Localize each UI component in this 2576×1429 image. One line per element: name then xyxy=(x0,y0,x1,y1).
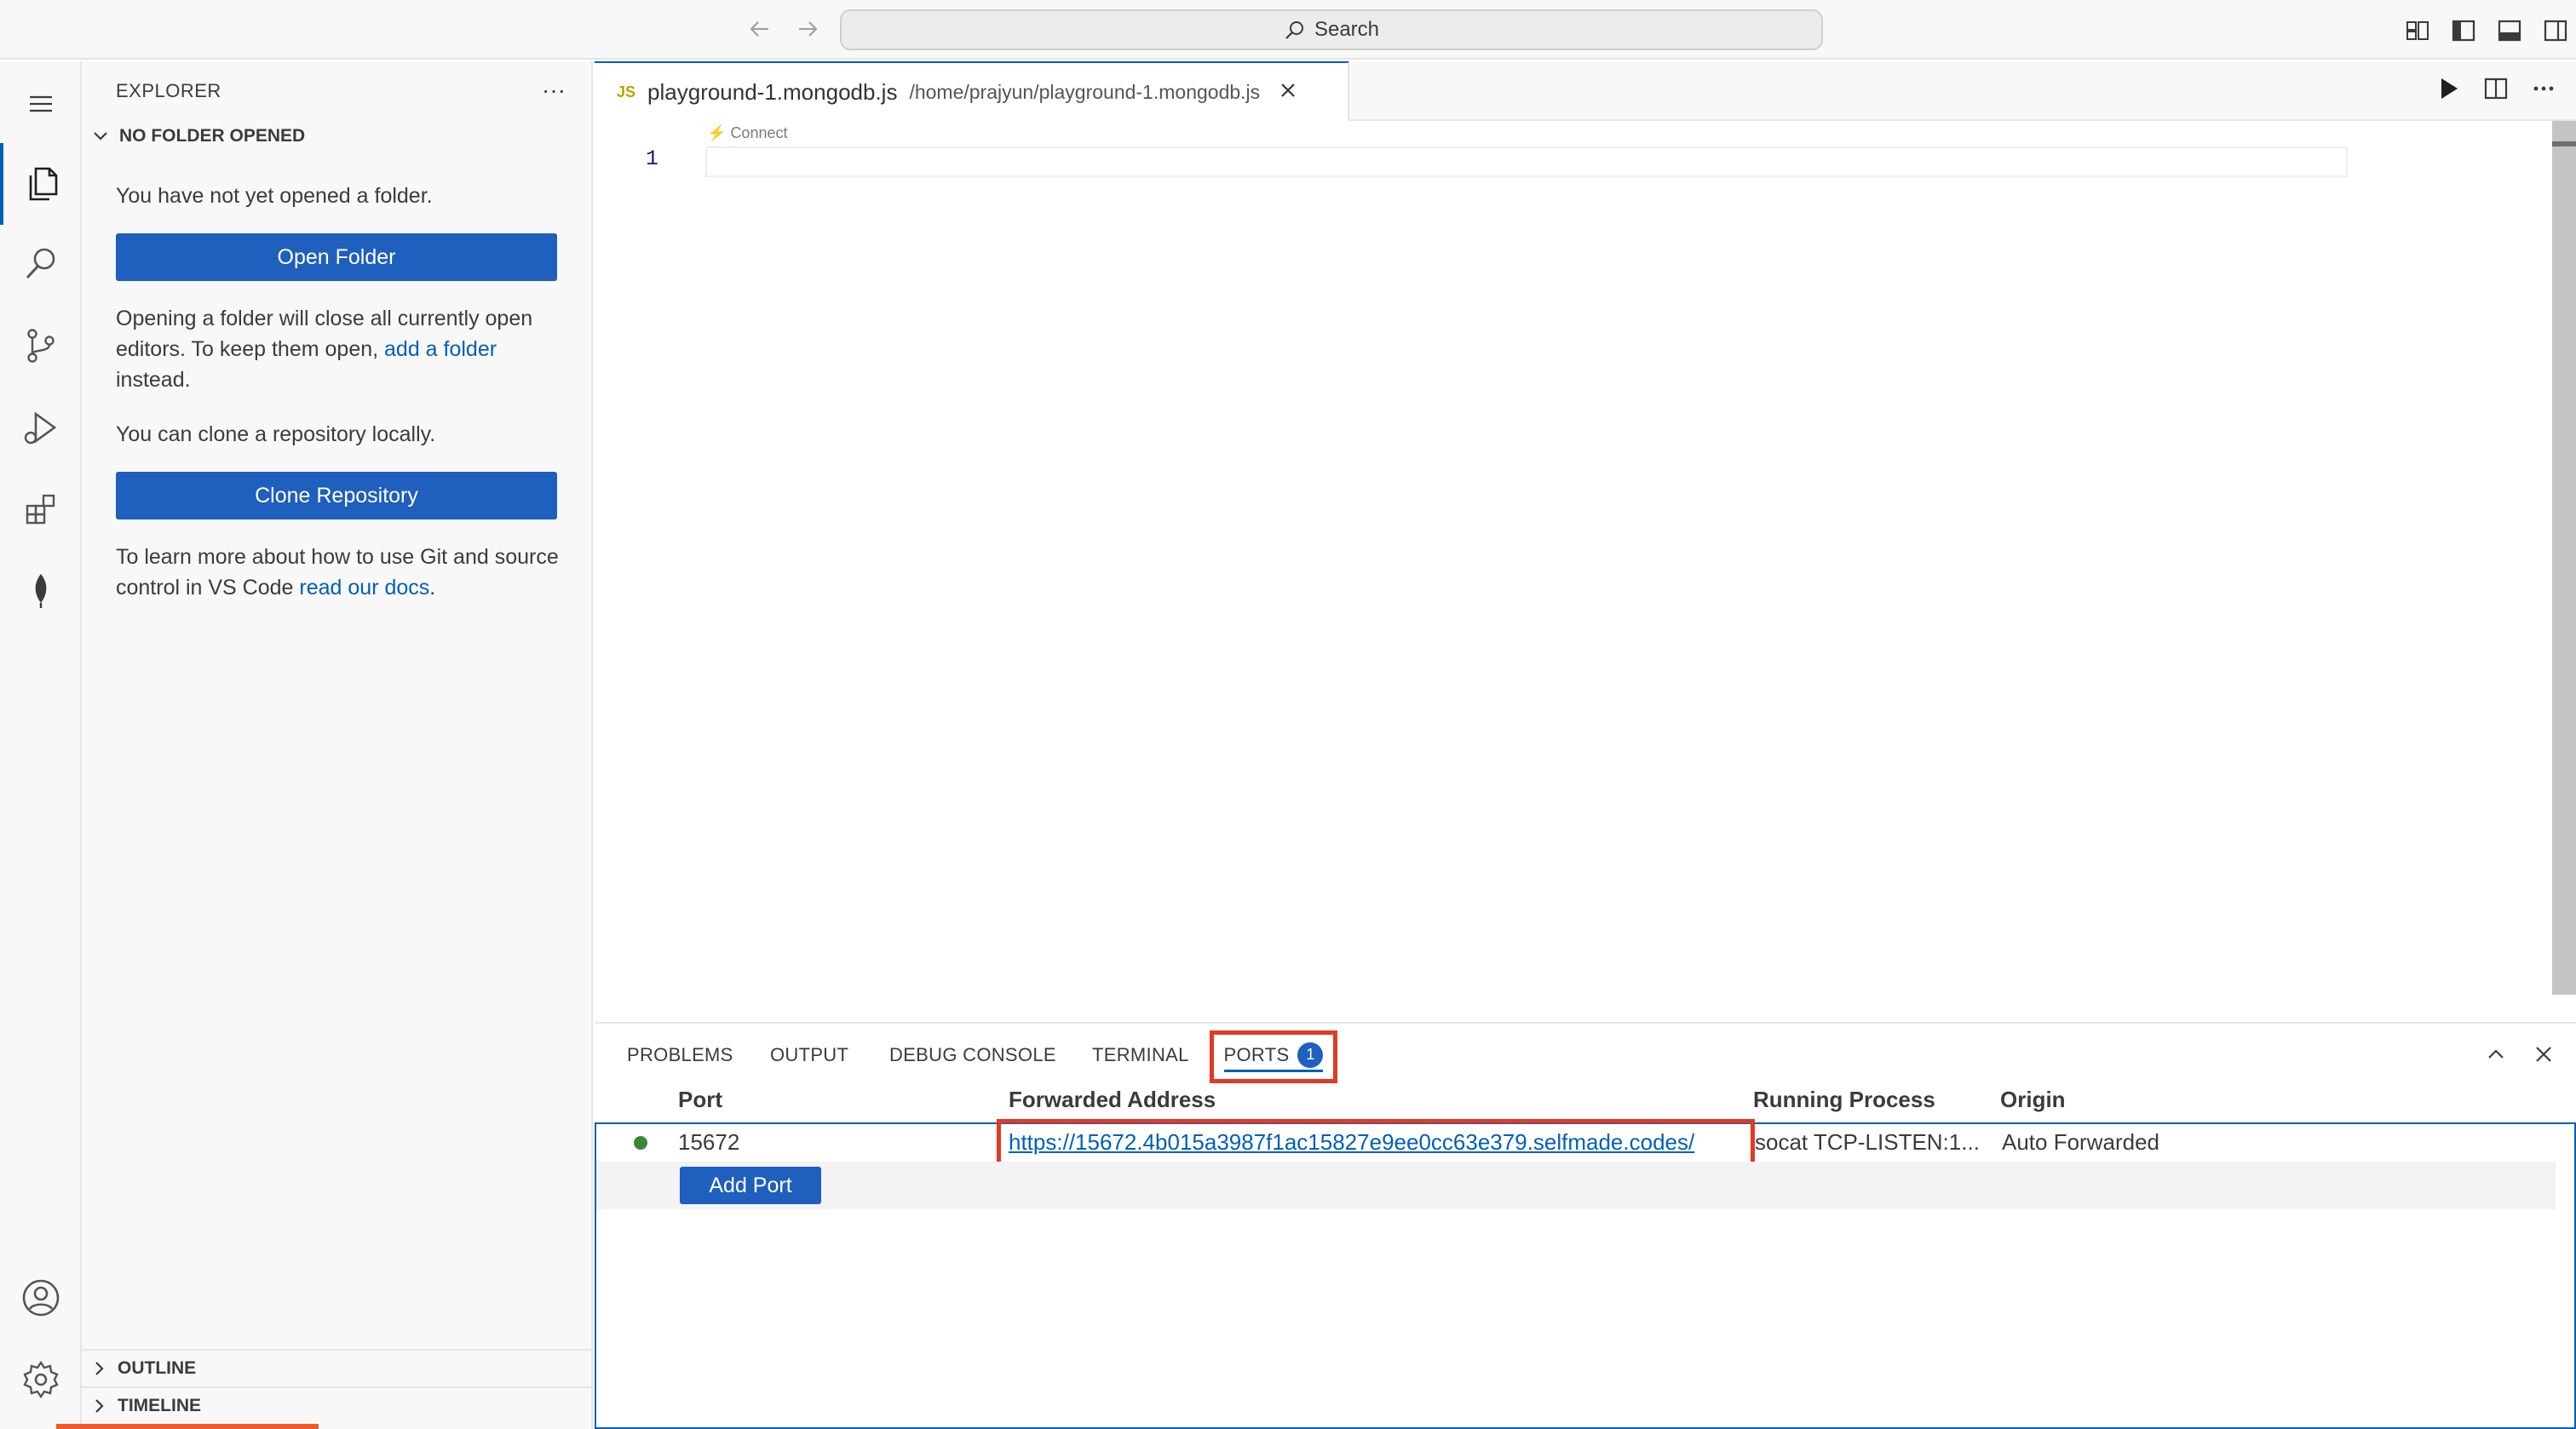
explorer-icon[interactable] xyxy=(0,143,82,225)
editor-actions xyxy=(2431,72,2561,106)
code-editor[interactable]: ⚡ Connect 1 xyxy=(595,121,2576,1022)
ports-tab-label: PORTS xyxy=(1223,1043,1290,1065)
timeline-section-header[interactable]: TIMELINE xyxy=(82,1386,593,1424)
read-docs-link[interactable]: read our docs xyxy=(299,576,429,600)
close-editors-text: Opening a folder will close all currentl… xyxy=(116,303,567,395)
toggle-panel-icon[interactable] xyxy=(2493,14,2527,48)
column-forwarded-address[interactable]: Forwarded Address xyxy=(1009,1087,1216,1113)
search-icon xyxy=(1285,21,1303,39)
open-folder-button[interactable]: Open Folder xyxy=(116,233,557,281)
running-process-value: socat TCP-LISTEN:1... xyxy=(1755,1129,1980,1155)
mongodb-leaf-icon[interactable] xyxy=(0,550,82,632)
outline-title: OUTLINE xyxy=(118,1358,197,1378)
overview-ruler-cursor xyxy=(2552,141,2576,146)
activity-bar xyxy=(0,61,82,1429)
tab-playground[interactable]: JS playground-1.mongodb.js /home/prajyun… xyxy=(595,61,1349,121)
port-value: 15672 xyxy=(678,1129,740,1155)
section-title: NO FOLDER OPENED xyxy=(119,126,306,146)
codelens-label: Connect xyxy=(730,124,788,141)
tab-debug-console[interactable]: DEBUG CONSOLE xyxy=(889,1044,1056,1066)
forward-arrow-icon[interactable] xyxy=(791,12,825,46)
outline-section-header[interactable]: OUTLINE xyxy=(82,1349,593,1386)
close-icon[interactable] xyxy=(1279,78,1297,106)
customize-layout-icon[interactable] xyxy=(2401,14,2435,48)
no-folder-section-header[interactable]: NO FOLDER OPENED xyxy=(90,126,305,146)
origin-value: Auto Forwarded xyxy=(2002,1129,2159,1155)
ports-tab-content: PORTS 1 xyxy=(1223,1042,1324,1072)
add-port-button[interactable]: Add Port xyxy=(680,1167,821,1204)
vscode-window: Search EXPLORER ··· NO FOLDER OPENED You… xyxy=(0,0,2576,1429)
chevron-right-icon xyxy=(95,1399,104,1413)
editor-scrollbar[interactable] xyxy=(2552,121,2576,995)
timeline-title: TIMELINE xyxy=(118,1396,201,1415)
tab-ports[interactable]: PORTS 1 xyxy=(1210,1030,1337,1083)
layout-controls xyxy=(2401,14,2573,48)
table-row[interactable]: 15672 https://15672.4b015a3987f1ac15827e… xyxy=(596,1119,2574,1167)
panel-actions xyxy=(2479,1037,2561,1071)
toggle-secondary-sidebar-icon[interactable] xyxy=(2539,14,2573,48)
extensions-icon[interactable] xyxy=(0,468,82,550)
maximize-panel-icon[interactable] xyxy=(2479,1037,2513,1071)
explorer-sidebar: EXPLORER ··· NO FOLDER OPENED You have n… xyxy=(82,61,593,1429)
add-folder-link[interactable]: add a folder xyxy=(384,337,497,361)
editor-tab-bar: JS playground-1.mongodb.js /home/prajyun… xyxy=(595,61,2576,121)
chevron-right-icon xyxy=(95,1362,104,1375)
more-actions-icon[interactable]: ··· xyxy=(537,73,571,107)
run-debug-icon[interactable] xyxy=(0,387,82,468)
bottom-panel: PROBLEMS OUTPUT DEBUG CONSOLE TERMINAL P… xyxy=(595,1022,2576,1429)
more-actions-icon[interactable] xyxy=(2527,72,2561,106)
menu-icon[interactable] xyxy=(0,70,82,138)
close-editors-text-end: instead. xyxy=(116,368,191,392)
tab-output[interactable]: OUTPUT xyxy=(770,1044,848,1066)
tab-problems[interactable]: PROBLEMS xyxy=(627,1044,733,1066)
close-panel-icon[interactable] xyxy=(2527,1037,2561,1071)
clone-text: You can clone a repository locally. xyxy=(116,422,436,446)
back-arrow-icon[interactable] xyxy=(743,12,777,46)
clone-repository-button[interactable]: Clone Repository xyxy=(116,472,557,519)
ports-table: 15672 https://15672.4b015a3987f1ac15827e… xyxy=(595,1119,2576,1429)
tab-terminal[interactable]: TERMINAL xyxy=(1092,1044,1189,1066)
toggle-primary-sidebar-icon[interactable] xyxy=(2447,14,2481,48)
git-text-end: . xyxy=(429,576,436,600)
chevron-down-icon xyxy=(94,132,107,141)
progress-indicator xyxy=(56,1424,319,1429)
tab-filepath: /home/prajyun/playground-1.mongodb.js xyxy=(909,80,1261,103)
ports-count-badge: 1 xyxy=(1297,1042,1324,1068)
column-port[interactable]: Port xyxy=(678,1087,722,1113)
forwarded-address-link[interactable]: https://15672.4b015a3987f1ac15827e9ee0cc… xyxy=(1009,1129,1694,1156)
search-label: Search xyxy=(1314,18,1380,41)
codelens-connect[interactable]: ⚡ Connect xyxy=(707,124,787,142)
javascript-file-icon: JS xyxy=(617,83,636,100)
line-number: 1 xyxy=(646,146,659,171)
search-icon[interactable] xyxy=(0,223,82,305)
column-running-process[interactable]: Running Process xyxy=(1753,1087,1935,1113)
run-play-icon[interactable] xyxy=(2431,72,2465,106)
split-editor-icon[interactable] xyxy=(2479,72,2513,106)
sidebar-title: EXPLORER xyxy=(116,80,221,101)
source-control-icon[interactable] xyxy=(0,305,82,387)
tab-filename: playground-1.mongodb.js xyxy=(647,78,898,105)
port-status-dot xyxy=(634,1136,647,1150)
add-port-row: Add Port xyxy=(596,1162,2556,1209)
column-origin[interactable]: Origin xyxy=(2000,1087,2066,1113)
title-bar: Search xyxy=(0,0,2576,60)
command-center-search[interactable]: Search xyxy=(840,9,1823,50)
no-folder-text: You have not yet opened a folder. xyxy=(116,184,433,208)
plug-icon: ⚡ xyxy=(707,124,727,141)
git-docs-text: To learn more about how to use Git and s… xyxy=(116,542,567,603)
account-icon[interactable] xyxy=(0,1257,82,1339)
settings-gear-icon[interactable] xyxy=(0,1339,82,1420)
current-line-highlight[interactable] xyxy=(705,146,2348,177)
navigation-controls xyxy=(743,12,825,46)
